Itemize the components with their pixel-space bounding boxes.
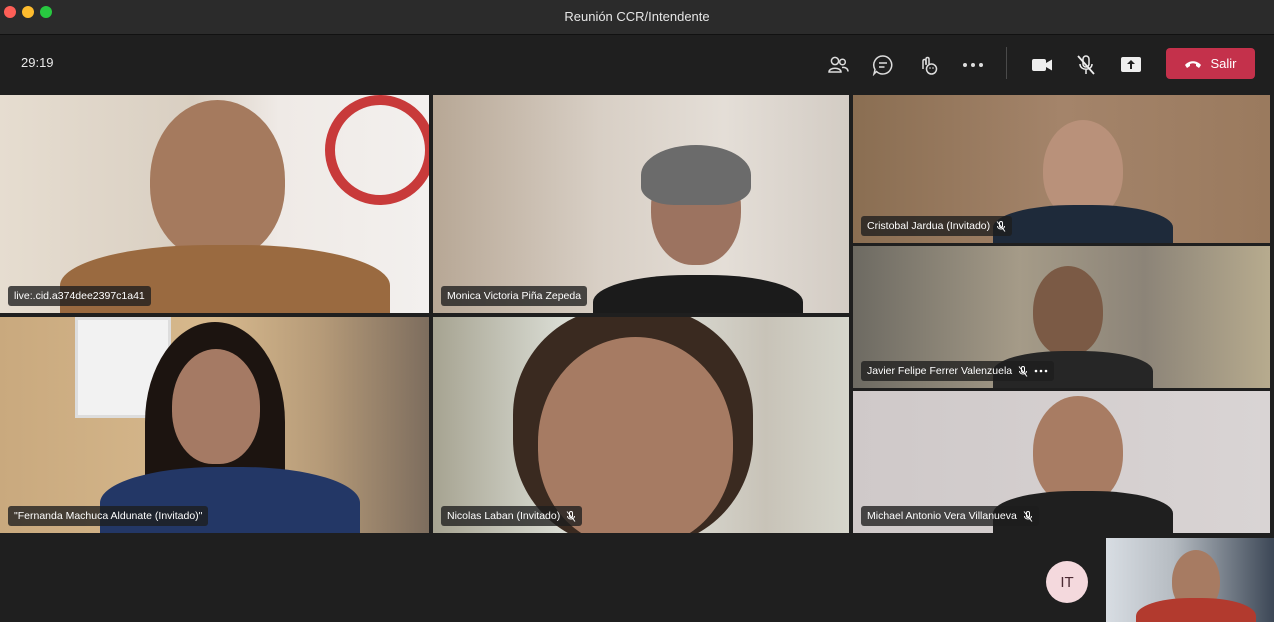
video-tile-5[interactable]: "Fernanda Machuca Aldunate (Invitado)" — [0, 317, 429, 533]
participant-video — [1033, 396, 1123, 506]
meeting-toolbar: 29:19 Salir — [0, 35, 1274, 95]
mic-muted-icon — [1077, 55, 1095, 75]
more-icon[interactable] — [1034, 369, 1048, 373]
share-screen-button[interactable] — [1117, 51, 1145, 79]
mic-muted-icon — [1023, 510, 1033, 522]
hangup-icon — [1185, 60, 1202, 68]
chat-icon — [872, 55, 893, 76]
participant-name-label: Javier Felipe Ferrer Valenzuela — [861, 361, 1055, 381]
participant-name-label: Michael Antonio Vera Villanueva — [861, 506, 1039, 526]
reactions-icon — [922, 56, 938, 75]
mic-muted-icon — [1018, 365, 1028, 377]
self-avatar[interactable]: IT — [1046, 561, 1088, 603]
reactions-button[interactable] — [914, 51, 942, 79]
video-tile-3[interactable]: Cristobal Jardua (Invitado) — [853, 95, 1270, 243]
meeting-timer: 29:19 — [21, 55, 54, 70]
toolbar-divider — [1006, 47, 1007, 79]
video-tile-4[interactable]: Javier Felipe Ferrer Valenzuela — [853, 246, 1270, 388]
wall-logo — [325, 95, 429, 205]
mic-toggle-button[interactable] — [1072, 51, 1100, 79]
camera-toggle-button[interactable] — [1028, 51, 1056, 79]
participant-name-label: Monica Victoria Piña Zepeda — [441, 286, 588, 306]
self-preview-video[interactable] — [1106, 538, 1274, 622]
participant-name-label: Nicolas Laban (Invitado) — [441, 506, 583, 526]
participant-video — [538, 337, 733, 533]
participant-name-label: live:.cid.a374dee2397c1a41 — [8, 286, 151, 306]
mic-muted-icon — [996, 220, 1006, 232]
participant-video — [150, 100, 285, 260]
participant-video — [1033, 266, 1103, 356]
participant-name-label: Cristobal Jardua (Invitado) — [861, 216, 1013, 236]
video-tile-7[interactable]: Michael Antonio Vera Villanueva — [853, 391, 1270, 533]
share-icon — [1121, 57, 1141, 72]
more-icon — [963, 63, 983, 67]
video-tile-1[interactable]: live:.cid.a374dee2397c1a41 — [0, 95, 429, 313]
video-tile-6[interactable]: Nicolas Laban (Invitado) — [433, 317, 849, 533]
participant-name-label: "Fernanda Machuca Aldunate (Invitado)" — [8, 506, 209, 526]
leave-button[interactable]: Salir — [1166, 48, 1255, 79]
chat-button[interactable] — [869, 51, 897, 79]
leave-label: Salir — [1210, 56, 1237, 71]
camera-icon — [1032, 59, 1052, 71]
title-bar: Reunión CCR/Intendente — [0, 0, 1274, 35]
window-title: Reunión CCR/Intendente — [564, 9, 710, 24]
more-options-button[interactable] — [959, 51, 987, 79]
video-tile-2[interactable]: Monica Victoria Piña Zepeda — [433, 95, 849, 313]
mic-muted-icon — [566, 510, 576, 522]
participants-icon — [828, 56, 849, 73]
participants-button[interactable] — [824, 51, 852, 79]
